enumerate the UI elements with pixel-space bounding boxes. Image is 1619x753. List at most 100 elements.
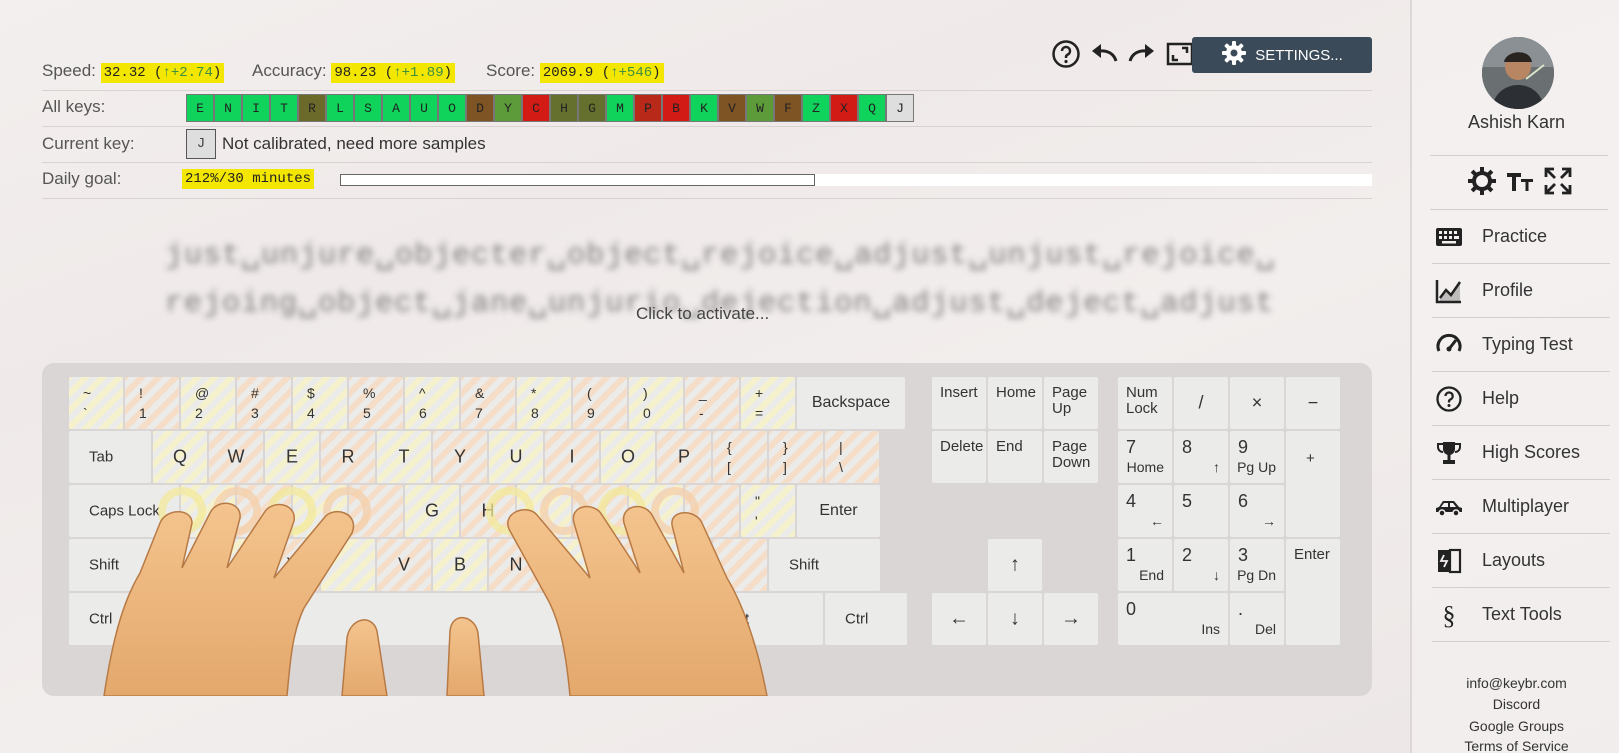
key-label: Backspace (811, 394, 891, 411)
key-label: Shift (789, 556, 820, 574)
key-num-3: 3 Pg Dn (1230, 539, 1284, 591)
key-home-3 (349, 485, 403, 537)
key-number-7: & 7 (461, 377, 515, 429)
redo-icon[interactable] (1126, 38, 1158, 70)
expand-icon[interactable] (1543, 166, 1573, 201)
key-home-7 (573, 485, 627, 537)
footer-discord[interactable]: Discord (1412, 696, 1619, 712)
key-num-8: 8 ↑ (1174, 431, 1228, 483)
key-label: R (341, 446, 355, 467)
key-bottom-5: N (489, 539, 543, 591)
key-letter-q: Q (153, 431, 207, 483)
key-label: V (397, 554, 410, 575)
key-stat-cell: V (718, 94, 746, 122)
current-key-row: Current key: J Not calibrated, need more… (42, 127, 1372, 163)
key-base-char: - (699, 405, 704, 421)
footer-google-groups[interactable]: Google Groups (1412, 718, 1619, 734)
key-main: 1 (1126, 545, 1137, 565)
key-arrow-down: ↓ (988, 593, 1042, 645)
key-num-2: 2 ↓ (1174, 539, 1228, 591)
key-num-lock: Num Lock (1118, 377, 1172, 429)
key-number-6: ^ 6 (405, 377, 459, 429)
key-label: X (285, 554, 298, 575)
key-nav-delete: Delete (932, 431, 986, 483)
nav-label: Layouts (1482, 550, 1546, 570)
key-stat-cell: F (774, 94, 802, 122)
nav-practice[interactable]: Practice (1432, 210, 1610, 264)
chart-icon (1432, 278, 1466, 304)
username[interactable]: Ashish Karn (1412, 112, 1619, 133)
footer-email[interactable]: info@keybr.com (1412, 675, 1619, 691)
key-shift-char: ^ (419, 385, 426, 401)
key-main: 7 (1126, 437, 1137, 457)
key-base-char: ` (83, 405, 88, 421)
avatar[interactable] (1482, 37, 1554, 109)
key-main: 9 (1238, 437, 1249, 457)
key-caps-lock: Caps Lock (69, 485, 179, 537)
key-num-0: 0 Ins (1118, 593, 1228, 645)
main-area: Speed: 32.32 (↑+2.74) Accuracy: 98.23 (↑… (0, 0, 1410, 753)
key-nav-page-down: Page Down (1044, 431, 1098, 483)
settings-button[interactable]: SETTINGS... (1192, 37, 1372, 73)
speed-label: Speed: (42, 61, 96, 80)
help-icon (1432, 385, 1466, 413)
key-home-8 (629, 485, 683, 537)
key-main: . (1238, 599, 1244, 619)
undo-icon[interactable] (1088, 38, 1120, 70)
key-sub: Ins (1201, 621, 1220, 637)
key-stat-cell: W (746, 94, 774, 122)
help-icon[interactable] (1050, 38, 1082, 70)
nav-layouts[interactable]: Layouts (1432, 534, 1610, 588)
key-label: + (1306, 450, 1315, 467)
key-label: Ctrl (845, 610, 869, 628)
nav-profile[interactable]: Profile (1432, 264, 1610, 318)
key-bottom-2 (321, 539, 375, 591)
car-icon (1432, 496, 1466, 518)
nav-typing-test[interactable]: Typing Test (1432, 318, 1610, 372)
theme-gear-icon[interactable] (1467, 166, 1497, 201)
key-stat-cell: O (438, 94, 466, 122)
key-home-9 (685, 485, 739, 537)
key-num-6: 6 → (1230, 485, 1284, 537)
score-stat: Score: 2069.9 (↑+546) (486, 61, 664, 83)
key-arrow-right: → (1044, 593, 1098, 645)
key-enter: Enter (797, 485, 880, 537)
nav-help[interactable]: Help (1432, 372, 1610, 426)
nav-text-tools[interactable]: § Text Tools (1432, 588, 1610, 642)
key-shift-char: $ (307, 385, 315, 401)
key-shift-left: Shift (69, 539, 207, 591)
key-stat-cell: A (382, 94, 410, 122)
key-base-char: 5 (363, 405, 371, 421)
score-value: 2069.9 (542, 65, 594, 81)
key-label: End (996, 438, 1023, 455)
nav-high-scores[interactable]: High Scores (1432, 426, 1610, 480)
all-keys-list: ENITRLSAUODYCHGMPBKVWFZXQJ (186, 94, 914, 122)
footer-terms[interactable]: Terms of Service (1412, 738, 1619, 753)
key-arrow-up: ↑ (988, 539, 1042, 591)
sidebar-tool-icons (1467, 166, 1573, 201)
key-nav-home: Home (988, 377, 1042, 429)
key-number-3: #3 (237, 377, 291, 429)
key-stat-cell: K (690, 94, 718, 122)
key-home-0 (181, 485, 235, 537)
trophy-icon (1432, 439, 1466, 467)
key-base-char: 9 (587, 405, 595, 421)
daily-goal-progress-fill (340, 174, 815, 186)
activate-hint[interactable]: Click to activate... (636, 304, 769, 324)
nav-label: High Scores (1482, 442, 1581, 462)
key-label: ← (949, 607, 969, 630)
key-shift-char: } (783, 439, 788, 455)
daily-goal-value: 212%/30 minutes (182, 169, 315, 189)
key-letter-u: U (489, 431, 543, 483)
key-num-divide: / (1174, 377, 1228, 429)
key-label: ↓ (1010, 607, 1020, 630)
key-sub: Del (1254, 621, 1276, 637)
accuracy-value: 98.23 (334, 65, 377, 81)
key-base-char: ' (755, 513, 758, 529)
nav-multiplayer[interactable]: Multiplayer (1432, 480, 1610, 534)
key-stat-cell: G (578, 94, 606, 122)
key-bracket-1: }] (769, 431, 823, 483)
key-label: Page Down (1052, 438, 1091, 471)
font-size-icon[interactable] (1505, 166, 1535, 201)
key-home-4: G (405, 485, 459, 537)
